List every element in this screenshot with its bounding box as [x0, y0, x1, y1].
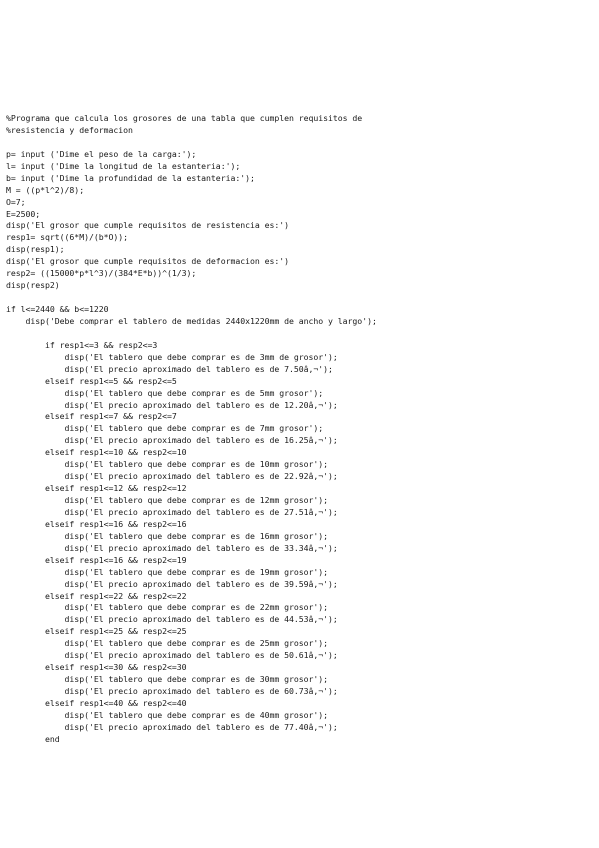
code-line: elseif resp1<=30 && resp2<=30: [6, 662, 187, 673]
code-line: disp(resp2): [6, 280, 60, 291]
code-line: elseif resp1<=16 && resp2<=19: [6, 554, 187, 565]
code-line: elseif resp1<=25 && resp2<=25: [6, 626, 187, 637]
code-line: elseif resp1<=12 && resp2<=12: [6, 483, 187, 494]
code-line: disp('El tablero que debe comprar es de …: [6, 387, 324, 398]
code-line: resp1= sqrt((6*M)/(b*O));: [6, 232, 128, 243]
document-page: %Programa que calcula los grosores de un…: [0, 0, 599, 848]
code-line: disp('El tablero que debe comprar es de …: [6, 602, 329, 613]
code-line: disp('El precio aproximado del tablero e…: [6, 399, 338, 410]
code-line: elseif resp1<=10 && resp2<=10: [6, 447, 187, 458]
code-line: disp('El precio aproximado del tablero e…: [6, 435, 338, 446]
code-line: disp('El grosor que cumple requisitos de…: [6, 220, 289, 231]
code-line: disp('El tablero que debe comprar es de …: [6, 709, 329, 720]
code-line: disp('El precio aproximado del tablero e…: [6, 686, 338, 696]
code-line: disp('El precio aproximado del tablero e…: [6, 542, 338, 553]
code-line: disp('El tablero que debe comprar es de …: [6, 495, 329, 505]
code-line: if l<=2440 && b<=1220: [6, 304, 109, 314]
code-line: l= input ('Dime la longitud de la estant…: [6, 160, 241, 171]
code-line: resp2= ((15000*p*l^3)/(384*E*b))^(1/3);: [6, 268, 197, 279]
code-line: disp('El tablero que debe comprar es de …: [6, 674, 329, 685]
code-line: disp('El tablero que debe comprar es de …: [6, 638, 329, 649]
code-line: %resistencia y deformacion: [6, 124, 133, 135]
code-line: disp('El precio aproximado del tablero e…: [6, 578, 338, 589]
code-line: elseif resp1<=16 && resp2<=16: [6, 518, 187, 529]
code-line: %Programa que calcula los grosores de un…: [6, 113, 363, 123]
code-line: disp('Debe comprar el tablero de medidas…: [6, 315, 377, 326]
code-line: disp('El precio aproximado del tablero e…: [6, 650, 338, 661]
code-line: disp('El tablero que debe comprar es de …: [6, 459, 329, 470]
code-line: disp('El tablero que debe comprar es de …: [6, 566, 329, 577]
code-line: end: [6, 733, 60, 744]
code-line: elseif resp1<=7 && resp2<=7: [6, 411, 177, 422]
code-line: disp('El precio aproximado del tablero e…: [6, 506, 338, 517]
code-line: elseif resp1<=22 && resp2<=22: [6, 590, 187, 601]
code-line: E=2500;: [6, 208, 41, 219]
code-line: elseif resp1<=40 && resp2<=40: [6, 697, 187, 708]
code-line: disp('El grosor que cumple requisitos de…: [6, 256, 289, 267]
code-line: disp('El precio aproximado del tablero e…: [6, 721, 338, 732]
code-line: O=7;: [6, 196, 26, 207]
code-line: disp('El tablero que debe comprar es de …: [6, 351, 338, 362]
code-line: disp('El precio aproximado del tablero e…: [6, 614, 338, 625]
code-line: disp(resp1);: [6, 244, 65, 255]
code-line: disp('El tablero que debe comprar es de …: [6, 530, 329, 541]
code-listing: %Programa que calcula los grosores de un…: [6, 113, 591, 746]
code-line: disp('El precio aproximado del tablero e…: [6, 363, 333, 374]
code-line: disp('El tablero que debe comprar es de …: [6, 423, 324, 434]
code-line: elseif resp1<=5 && resp2<=5: [6, 375, 177, 386]
code-line: b= input ('Dime la profundidad de la est…: [6, 172, 255, 183]
code-line: p= input ('Dime el peso de la carga:');: [6, 148, 197, 159]
code-line: disp('El precio aproximado del tablero e…: [6, 471, 338, 482]
code-line: if resp1<=3 && resp2<=3: [6, 339, 158, 350]
code-line: M = ((p*l^2)/8);: [6, 184, 85, 195]
